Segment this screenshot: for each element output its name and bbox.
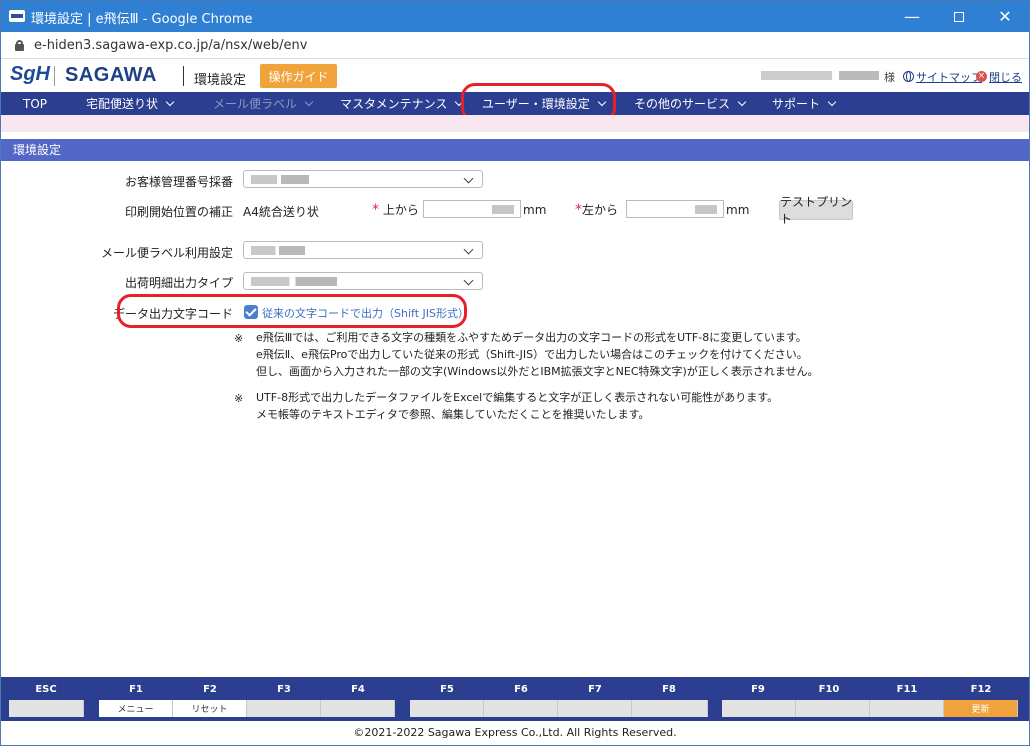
user-name [761,71,879,80]
nav-master-maintenance[interactable]: マスタメンテナンス [340,92,464,115]
select-value [251,277,337,286]
close-link[interactable]: 閉じる [989,69,1022,85]
maximize-icon [954,11,964,22]
fkey-f6-button [484,700,558,717]
operation-guide-button[interactable]: 操作ガイド [260,64,337,88]
input-value [695,205,717,214]
fkey-f4-label: F4 [351,684,365,695]
required-mark: * [575,202,582,218]
sitemap-link[interactable]: サイトマップ [916,69,982,85]
fkey-f8-label: F8 [662,684,676,695]
page-label: 環境設定 [194,73,247,88]
required-mark: * [372,202,379,218]
top-offset-label: * 上から [372,202,419,218]
function-key-bar: ESC F1 F2 F3 F4 F5 F6 F7 F8 F9 F10 F11 F… [1,677,1029,721]
note-1: e飛伝Ⅲでは、ご利用できる文字の種類をふやすためデータ出力の文字コードの形式をU… [256,329,819,380]
chevron-down-icon [827,97,837,106]
top-offset-input[interactable] [423,200,521,218]
left-offset-label: *左から [575,202,619,218]
window-title: 環境設定 | e飛伝Ⅲ - Google Chrome [31,12,253,27]
note-1-line-3: 但し、画面から入力された一部の文字(Windows以外だとIBM拡張文字とNEC… [256,365,819,378]
nav-mailbin: メール便ラベル [213,92,314,115]
section-title: 環境設定 [1,139,1029,161]
chevron-down-icon [463,244,474,255]
minimize-button[interactable]: — [889,1,935,32]
left-offset-unit: mm [726,203,750,217]
note-mark: ※ [234,332,244,345]
note-1-line-2: e飛伝Ⅱ、e飛伝Proで出力していた従来の形式（Shift-JIS）で出力したい… [256,348,808,361]
chevron-down-icon [463,173,474,184]
close-window-button[interactable]: ✕ [982,1,1028,32]
notice-strip [1,115,1029,132]
fkey-f4-button [321,700,395,717]
note-1-line-1: e飛伝Ⅲでは、ご利用できる文字の種類をふやすためデータ出力の文字コードの形式をU… [256,331,807,344]
fkey-f7-button [558,700,632,717]
copyright-footer: ©2021-2022 Sagawa Express Co.,Ltd. All R… [1,721,1029,745]
fkey-esc-button [9,700,84,717]
input-value [492,205,514,214]
mail-label-setting-label: メール便ラベル利用設定 [101,246,234,260]
close-circle-icon: × [976,71,987,82]
url-text[interactable]: e-hiden3.sagawa-exp.co.jp/a/nsx/web/env [34,38,307,53]
logo-divider [54,66,55,86]
nav-takuhaibin[interactable]: 宅配便送り状 [86,92,175,115]
note-mark: ※ [234,392,244,405]
left-offset-input[interactable] [626,200,724,218]
nav-other-services[interactable]: その他のサービス [634,92,747,115]
print-position-label: 印刷開始位置の補正 [124,205,233,219]
fkey-esc-label: ESC [35,684,57,695]
chevron-down-icon [463,275,474,286]
fkey-f5-button [410,700,484,717]
nav-support[interactable]: サポート [772,92,837,115]
app-icon [9,10,25,22]
header-divider [183,66,184,86]
fkey-f8-button [632,700,708,717]
maximize-button[interactable] [936,1,982,32]
fkey-f7-label: F7 [588,684,602,695]
customer-no-select[interactable] [243,170,483,188]
fkey-f10-label: F10 [818,684,840,695]
test-print-button[interactable]: テストプリント [779,195,853,226]
fkey-f9-label: F9 [751,684,765,695]
note-2-line-1: UTF-8形式で出力したデータファイルをExcelで編集すると文字が正しく表示さ… [256,391,779,404]
note-2-line-2: メモ帳等のテキストエディタで参照、編集していただくことを推奨いたします。 [256,408,650,421]
select-value [251,175,309,184]
note-2: UTF-8形式で出力したデータファイルをExcelで編集すると文字が正しく表示さ… [256,389,778,423]
mail-label-setting-select[interactable] [243,241,483,259]
nav-top[interactable]: TOP [23,92,47,115]
fkey-f12-button[interactable]: 更新 [944,700,1018,717]
detail-output-type-select[interactable] [243,272,483,290]
select-value [251,246,305,255]
lock-icon [15,40,24,51]
title-bar: 環境設定 | e飛伝Ⅲ - Google Chrome — ✕ [1,1,1029,32]
fkey-f6-label: F6 [514,684,528,695]
chevron-down-icon [165,97,175,106]
browser-window: 環境設定 | e飛伝Ⅲ - Google Chrome — ✕ e-hiden3… [0,0,1030,746]
user-suffix: 様 [884,71,895,84]
fkey-f11-label: F11 [896,684,918,695]
fkey-f2-label: F2 [203,684,217,695]
fkey-f3-label: F3 [277,684,291,695]
fkey-f9-button [722,700,796,717]
fkey-f3-button [247,700,321,717]
fkey-f1-label: F1 [129,684,143,695]
fkey-f12-label: F12 [970,684,992,695]
fkey-f5-label: F5 [440,684,454,695]
fkey-f2-button[interactable]: リセット [173,700,247,717]
address-bar[interactable]: e-hiden3.sagawa-exp.co.jp/a/nsx/web/env [1,32,1029,59]
print-position-type: A4統合送り状 [243,205,319,219]
top-offset-unit: mm [523,203,547,217]
fkey-f1-button[interactable]: メニュー [99,700,173,717]
chevron-down-icon [304,97,314,106]
globe-icon [903,71,914,82]
customer-no-label: お客様管理番号採番 [124,175,233,189]
chevron-down-icon [737,97,747,106]
detail-output-type-label: 出荷明細出力タイプ [124,276,233,290]
sagawa-logo[interactable]: SAGAWA [65,64,157,87]
encoding-annotation-circle [117,294,467,328]
sgh-logo[interactable]: SgH [10,63,50,86]
fkey-f10-button [796,700,870,717]
fkey-f11-button [870,700,944,717]
